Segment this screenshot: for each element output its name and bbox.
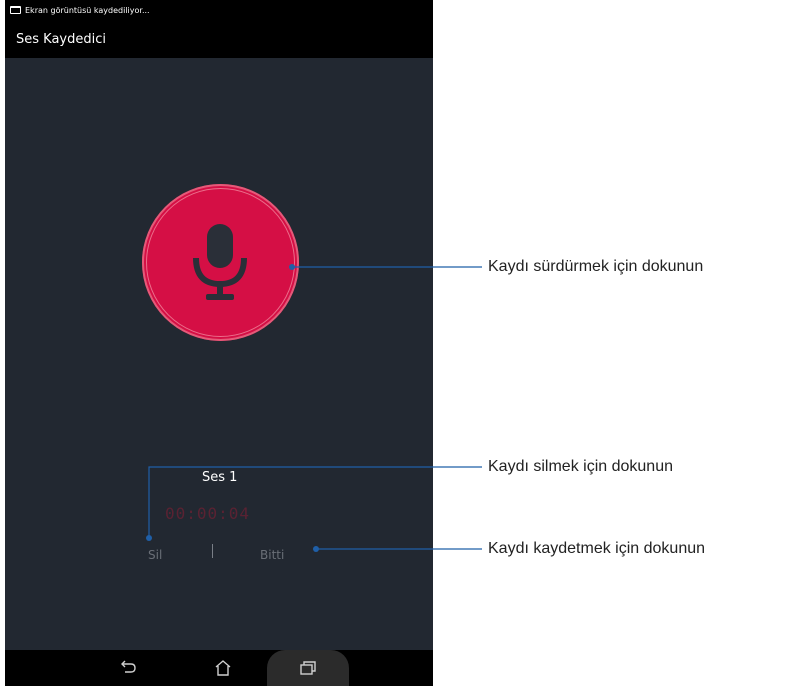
- callout-lines: [146, 264, 482, 552]
- callout-delete: Kaydı silmek için dokunun: [488, 458, 673, 475]
- callout-save: Kaydı kaydetmek için dokunun: [488, 540, 706, 557]
- callout-resume: Kaydı sürdürmek için dokunun: [488, 258, 704, 275]
